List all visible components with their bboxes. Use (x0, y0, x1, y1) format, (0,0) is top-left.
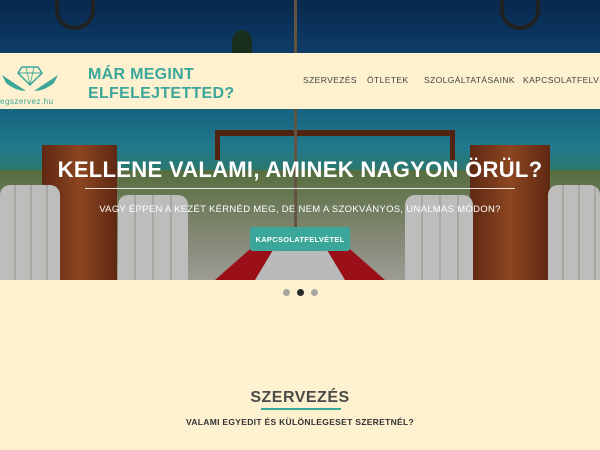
hero-subtitle: VAGY ÉPPEN A KEZÉT KÉRNÉD MEG, DE NEM A … (99, 204, 501, 215)
section-underline (261, 408, 341, 410)
site-header: egszervez.hu MÁR MEGINT ELFELEJTETTED? S… (0, 53, 600, 109)
nav-item-szolgaltatasaink[interactable]: SZOLGÁLTATÁSAINK (424, 75, 515, 85)
section-title: SZERVEZÉS (250, 389, 350, 406)
nav-item-otletek[interactable]: ÖTLETEK (367, 75, 409, 85)
brand-line-2: ELFELEJTETTED? (88, 85, 235, 102)
hero-divider (85, 188, 515, 189)
hero-title: KELLENE VALAMI, AMINEK NAGYON ÖRÜL? (57, 157, 543, 182)
nav-item-szervezes[interactable]: SZERVEZÉS (303, 75, 357, 85)
carousel-dot-2[interactable] (297, 289, 304, 296)
logo-text: egszervez.hu (0, 97, 54, 106)
carousel-dot-1[interactable] (283, 289, 290, 296)
nav-item-kapcsolatfelvetel[interactable]: KAPCSOLATFELVÉTEL (523, 75, 600, 85)
brand-line-1: MÁR MEGINT (88, 66, 195, 83)
contact-button[interactable]: KAPCSOLATFELVÉTEL (250, 227, 350, 251)
carousel-dot-3[interactable] (311, 289, 318, 296)
site-logo[interactable]: egszervez.hu (0, 53, 80, 109)
brand-title[interactable]: MÁR MEGINT ELFELEJTETTED? (88, 65, 234, 103)
carousel-indicators (283, 289, 318, 296)
section-subtitle: VALAMI EGYEDIT ÉS KÜLÖNLEGESET SZERETNÉL… (186, 417, 414, 427)
